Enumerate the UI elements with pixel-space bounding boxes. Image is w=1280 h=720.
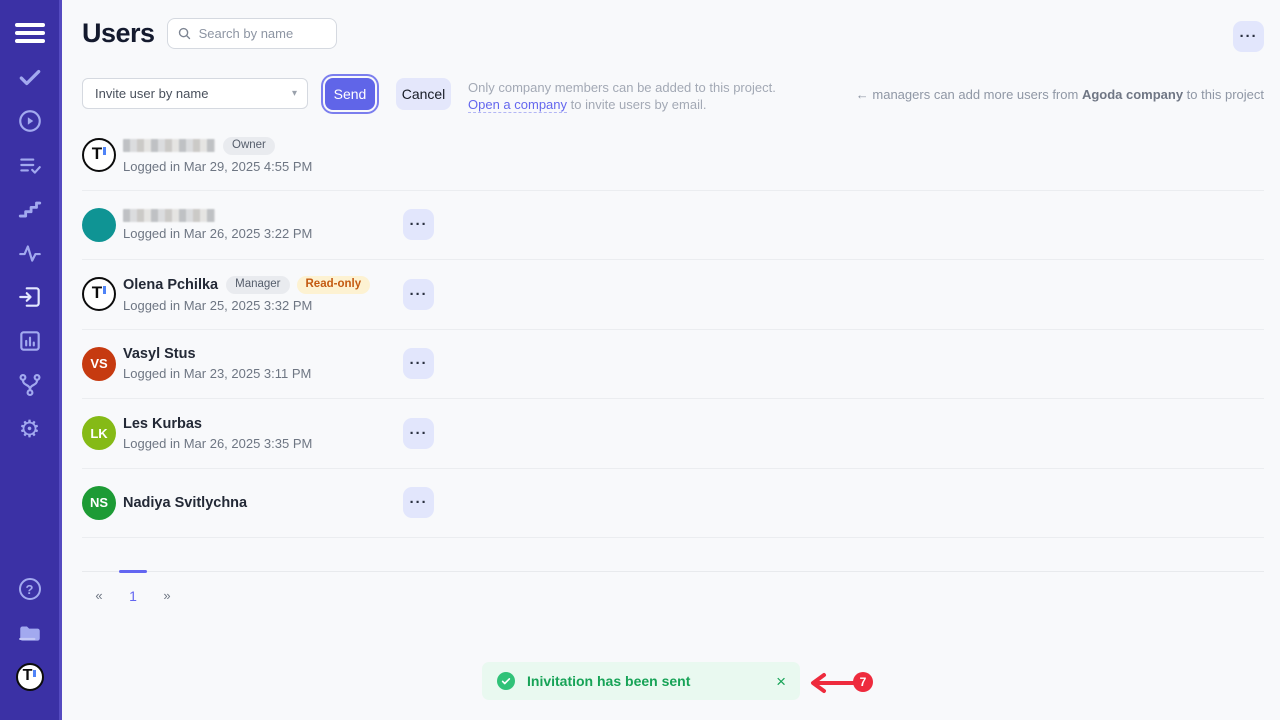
row-menu-button[interactable]: ··· bbox=[403, 348, 434, 379]
user-info: Nadiya Svitlychna bbox=[123, 495, 403, 511]
last-login: Logged in Mar 26, 2025 3:22 PM bbox=[123, 226, 403, 241]
pagination-prev-button[interactable]: « bbox=[82, 572, 116, 604]
last-login: Logged in Mar 29, 2025 4:55 PM bbox=[123, 159, 403, 174]
branch-icon bbox=[17, 372, 43, 398]
sidebar-item-test-plans[interactable] bbox=[13, 150, 47, 180]
pagination-next-button[interactable]: » bbox=[150, 572, 184, 604]
sidebar-item-analytics[interactable] bbox=[13, 238, 47, 268]
avatar: T bbox=[82, 138, 116, 172]
sidebar-item-reports[interactable] bbox=[13, 326, 47, 356]
stairs-icon bbox=[17, 196, 43, 222]
sidebar-item-projects[interactable] bbox=[13, 618, 47, 648]
user-info: Logged in Mar 26, 2025 3:22 PM bbox=[123, 209, 403, 241]
toast-close-icon[interactable]: × bbox=[776, 673, 786, 690]
main-content: Users ··· Invite user by name ▾ Send Can… bbox=[62, 0, 1280, 720]
user-info: Olena Pchilka Manager Read-only Logged in… bbox=[123, 276, 403, 313]
invite-select-value: Invite user by name bbox=[95, 86, 208, 101]
sidebar-item-tasks[interactable] bbox=[13, 62, 47, 92]
user-name: Olena Pchilka bbox=[123, 277, 218, 293]
sidebar: ⚙ ? T bbox=[0, 0, 62, 720]
user-info: Owner Logged in Mar 29, 2025 4:55 PM bbox=[123, 137, 403, 174]
pagination: « 1 » bbox=[82, 571, 1264, 604]
invite-helper-text: Only company members can be added to thi… bbox=[468, 78, 776, 113]
helper-line2: Open a company to invite users by email. bbox=[468, 96, 776, 113]
role-badge: Owner bbox=[223, 137, 275, 155]
open-company-link[interactable]: Open a company bbox=[468, 97, 567, 113]
helper-line1: Only company members can be added to thi… bbox=[468, 79, 776, 96]
user-list: T Owner Logged in Mar 29, 2025 4:55 PM L… bbox=[82, 121, 1264, 538]
pagination-page-1[interactable]: 1 bbox=[116, 572, 150, 604]
table-row: T Owner Logged in Mar 29, 2025 4:55 PM bbox=[82, 121, 1264, 191]
table-row: Logged in Mar 26, 2025 3:22 PM ··· bbox=[82, 191, 1264, 261]
user-name: Les Kurbas bbox=[123, 416, 202, 432]
avatar: T bbox=[82, 277, 116, 311]
invite-user-select[interactable]: Invite user by name ▾ bbox=[82, 78, 308, 109]
user-name bbox=[123, 139, 215, 152]
user-name: Nadiya Svitlychna bbox=[123, 495, 247, 511]
sidebar-item-runs[interactable] bbox=[13, 106, 47, 136]
sidebar-item-settings[interactable]: ⚙ bbox=[13, 414, 47, 444]
folder-icon bbox=[17, 620, 43, 646]
success-check-icon bbox=[497, 672, 515, 690]
avatar: LK bbox=[82, 416, 116, 450]
role-badge: Manager bbox=[226, 276, 289, 294]
user-info: Les Kurbas Logged in Mar 26, 2025 3:35 P… bbox=[123, 416, 403, 451]
search-box bbox=[167, 18, 337, 49]
company-name: Agoda company bbox=[1082, 87, 1183, 102]
last-login: Logged in Mar 23, 2025 3:11 PM bbox=[123, 366, 403, 381]
login-icon bbox=[17, 284, 43, 310]
row-menu-button[interactable]: ··· bbox=[403, 418, 434, 449]
last-login: Logged in Mar 25, 2025 3:32 PM bbox=[123, 298, 403, 313]
table-row: NS Nadiya Svitlychna ··· bbox=[82, 469, 1264, 539]
badges: Owner bbox=[223, 137, 275, 155]
row-menu-button[interactable]: ··· bbox=[403, 487, 434, 518]
success-toast: Inivitation has been sent × bbox=[482, 662, 800, 700]
cancel-button[interactable]: Cancel bbox=[396, 78, 451, 110]
row-menu-button[interactable]: ··· bbox=[403, 279, 434, 310]
manager-note: ← managers can add more users from Agoda… bbox=[856, 78, 1264, 102]
send-button[interactable]: Send bbox=[325, 78, 375, 110]
table-row: LK Les Kurbas Logged in Mar 26, 2025 3:3… bbox=[82, 399, 1264, 469]
avatar: NS bbox=[82, 486, 116, 520]
annotation-arrow-icon bbox=[805, 671, 859, 695]
user-name bbox=[123, 209, 215, 222]
sidebar-item-help[interactable]: ? bbox=[13, 574, 47, 604]
app-logo[interactable]: T bbox=[13, 662, 47, 692]
avatar bbox=[82, 208, 116, 242]
gear-icon: ⚙ bbox=[19, 417, 41, 441]
help-icon: ? bbox=[19, 578, 41, 600]
last-login: Logged in Mar 26, 2025 3:35 PM bbox=[123, 436, 403, 451]
bar-chart-icon bbox=[17, 328, 43, 354]
table-row: T Olena Pchilka Manager Read-only Logged … bbox=[82, 260, 1264, 330]
sidebar-item-branches[interactable] bbox=[13, 370, 47, 400]
search-icon bbox=[177, 26, 192, 41]
sidebar-item-steps[interactable] bbox=[13, 194, 47, 224]
pulse-icon bbox=[17, 240, 43, 266]
user-name: Vasyl Stus bbox=[123, 346, 196, 362]
chevron-down-icon: ▾ bbox=[292, 88, 297, 99]
play-circle-icon bbox=[17, 108, 43, 134]
avatar: VS bbox=[82, 347, 116, 381]
annotation-number-badge: 7 bbox=[853, 672, 873, 692]
search-input[interactable] bbox=[167, 18, 337, 49]
menu-toggle-button[interactable] bbox=[13, 18, 47, 48]
logo-icon: T bbox=[16, 663, 44, 691]
table-row: VS Vasyl Stus Logged in Mar 23, 2025 3:1… bbox=[82, 330, 1264, 400]
row-menu-button[interactable]: ··· bbox=[403, 209, 434, 240]
check-icon bbox=[17, 64, 43, 90]
badges: Manager Read-only bbox=[226, 276, 370, 294]
hamburger-icon bbox=[15, 23, 45, 43]
page-title: Users bbox=[82, 18, 155, 49]
role-badge: Read-only bbox=[297, 276, 371, 294]
toast-message: Inivitation has been sent bbox=[527, 673, 690, 689]
list-check-icon bbox=[17, 152, 43, 178]
sidebar-item-users[interactable] bbox=[13, 282, 47, 312]
page-more-button[interactable]: ··· bbox=[1233, 21, 1264, 52]
user-info: Vasyl Stus Logged in Mar 23, 2025 3:11 P… bbox=[123, 346, 403, 381]
invite-bar: Invite user by name ▾ Send Cancel Only c… bbox=[82, 78, 1264, 113]
